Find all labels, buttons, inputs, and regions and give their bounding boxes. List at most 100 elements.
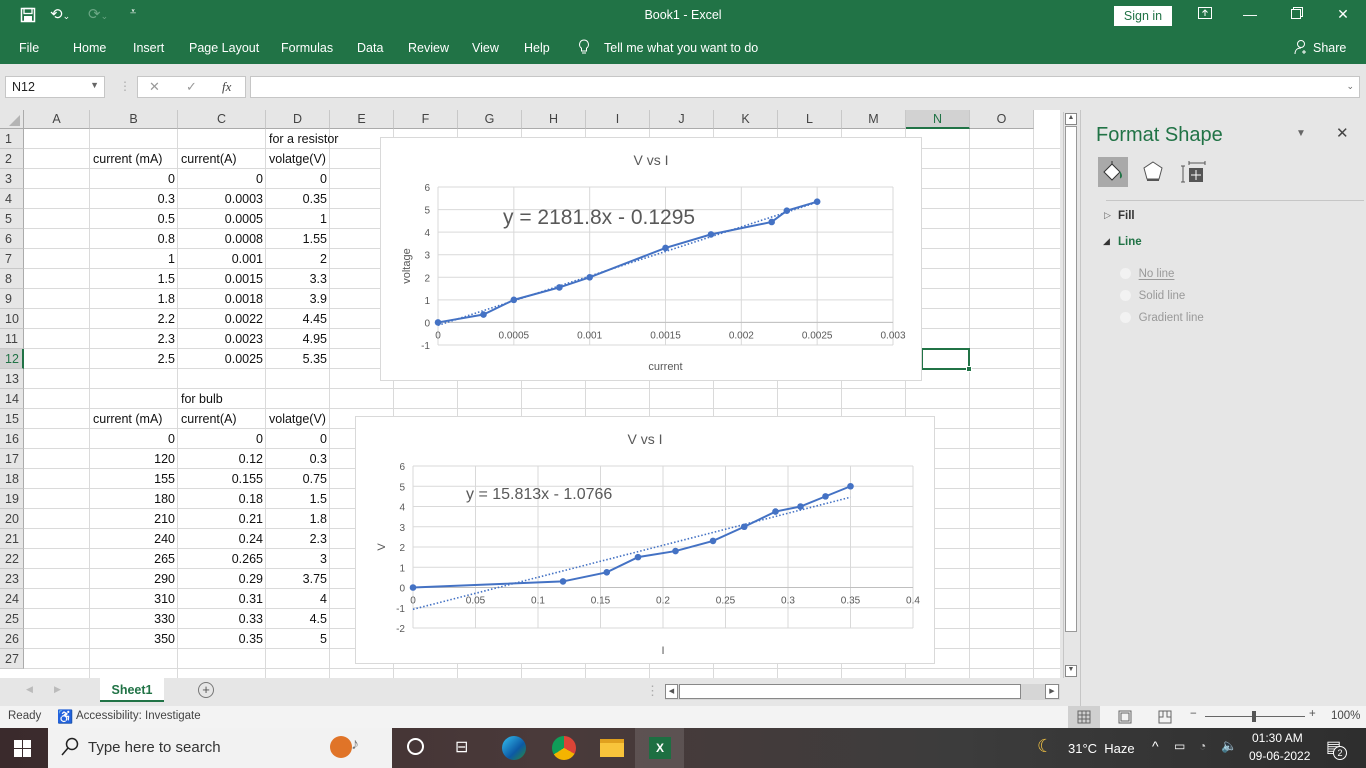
row-header-14[interactable]: 14 — [0, 389, 24, 409]
cancel-icon[interactable]: ✕ — [149, 79, 160, 95]
selected-cell-n12[interactable] — [921, 348, 972, 372]
tab-page-layout[interactable]: Page Layout — [189, 41, 259, 55]
data-cell[interactable]: 0 — [266, 429, 330, 449]
fill-handle[interactable] — [966, 366, 972, 372]
no-line-option[interactable]: No line — [1120, 265, 1174, 280]
column-header-d[interactable]: D — [266, 110, 330, 129]
tab-formulas[interactable]: Formulas — [281, 41, 333, 55]
normal-view-icon[interactable] — [1068, 706, 1100, 728]
restore-icon[interactable] — [1285, 6, 1309, 22]
column-header-k[interactable]: K — [714, 110, 778, 129]
data-cell[interactable]: 0.3 — [266, 449, 330, 469]
data-cell[interactable]: 0.155 — [178, 469, 266, 489]
excel-taskbar-button[interactable]: X — [635, 728, 684, 768]
data-cell[interactable]: 0.33 — [178, 609, 266, 629]
data-cell[interactable]: 0.29 — [178, 569, 266, 589]
data-cell[interactable]: 0.0025 — [178, 349, 266, 369]
data-cell[interactable]: 0.001 — [178, 249, 266, 269]
ribbon-display-icon[interactable] — [1193, 6, 1217, 22]
clock-time[interactable]: 01:30 AM — [1252, 731, 1303, 745]
data-cell[interactable]: 2.3 — [90, 329, 178, 349]
page-layout-view-icon[interactable] — [1111, 706, 1139, 728]
data-cell[interactable]: 155 — [90, 469, 178, 489]
row-header-5[interactable]: 5 — [0, 209, 24, 229]
close-icon[interactable]: ✕ — [1331, 6, 1355, 23]
name-box[interactable]: N12 ▼ — [5, 76, 105, 98]
data-cell[interactable]: 0.3 — [90, 189, 178, 209]
show-hidden-icons[interactable]: ^ — [1152, 738, 1159, 754]
data-cell[interactable]: 350 — [90, 629, 178, 649]
column-label-cell[interactable]: current (mA) — [90, 149, 165, 169]
data-cell[interactable]: 1 — [90, 249, 178, 269]
next-sheet-icon[interactable]: ▶ — [54, 684, 61, 695]
scroll-down-icon[interactable]: ▼ — [1065, 665, 1077, 677]
data-cell[interactable]: 4.45 — [266, 309, 330, 329]
share-button[interactable]: Share — [1313, 41, 1346, 55]
data-cell[interactable]: 3 — [266, 549, 330, 569]
column-header-n[interactable]: N — [906, 110, 970, 129]
data-cell[interactable]: 2 — [266, 249, 330, 269]
row-header-4[interactable]: 4 — [0, 189, 24, 209]
data-cell[interactable]: 3.9 — [266, 289, 330, 309]
row-header-13[interactable]: 13 — [0, 369, 24, 389]
column-header-b[interactable]: B — [90, 110, 178, 129]
data-cell[interactable]: 0.0023 — [178, 329, 266, 349]
data-cell[interactable]: 0.8 — [90, 229, 178, 249]
data-cell[interactable]: 0.5 — [90, 209, 178, 229]
data-cell[interactable]: 0.0008 — [178, 229, 266, 249]
data-cell[interactable]: 0.0005 — [178, 209, 266, 229]
data-cell[interactable]: 330 — [90, 609, 178, 629]
row-header-3[interactable]: 3 — [0, 169, 24, 189]
line-section[interactable]: Line — [1118, 236, 1142, 248]
data-cell[interactable]: 0.31 — [178, 589, 266, 609]
data-cell[interactable]: 1.5 — [266, 489, 330, 509]
expand-formula-icon[interactable]: ⌄ — [1346, 81, 1354, 92]
data-cell[interactable]: 0.35 — [266, 189, 330, 209]
page-break-view-icon[interactable] — [1151, 706, 1179, 728]
resistor-title-cell[interactable]: for a resistor — [266, 129, 341, 149]
data-cell[interactable]: 240 — [90, 529, 178, 549]
column-label-cell[interactable]: volatge(V) — [266, 409, 329, 429]
data-cell[interactable]: 0 — [266, 169, 330, 189]
column-label-cell[interactable]: volatge(V) — [266, 149, 329, 169]
row-header-20[interactable]: 20 — [0, 509, 24, 529]
column-header-j[interactable]: J — [650, 110, 714, 129]
data-cell[interactable]: 0.18 — [178, 489, 266, 509]
row-header-27[interactable]: 27 — [0, 649, 24, 669]
data-cell[interactable]: 210 — [90, 509, 178, 529]
tab-splitter[interactable]: ⋮ — [646, 683, 659, 699]
tab-file[interactable]: File — [19, 41, 39, 55]
chevron-down-icon[interactable]: ▼ — [90, 80, 99, 90]
data-cell[interactable]: 4.5 — [266, 609, 330, 629]
tab-insert[interactable]: Insert — [133, 41, 164, 55]
column-header-i[interactable]: I — [586, 110, 650, 129]
zoom-slider-thumb[interactable] — [1252, 711, 1256, 722]
row-header-9[interactable]: 9 — [0, 289, 24, 309]
chrome-icon[interactable] — [552, 736, 576, 760]
column-header-g[interactable]: G — [458, 110, 522, 129]
column-label-cell[interactable]: current(A) — [178, 149, 240, 169]
zoom-in-button[interactable]: + — [1309, 708, 1316, 720]
data-cell[interactable]: 290 — [90, 569, 178, 589]
row-header-8[interactable]: 8 — [0, 269, 24, 289]
vertical-scroll-thumb[interactable] — [1065, 126, 1077, 632]
data-cell[interactable]: 2.2 — [90, 309, 178, 329]
resistor-chart[interactable]: -1 0 1 2 3 4 5 6 0 0.0005 0.001 0.0015 0.002 0.0025 0.… — [380, 137, 922, 381]
horizontal-scrollbar[interactable]: ◀ ▶ — [665, 684, 1060, 700]
data-cell[interactable]: 0 — [90, 429, 178, 449]
data-cell[interactable]: 0.24 — [178, 529, 266, 549]
scroll-up-icon[interactable]: ▲ — [1065, 113, 1077, 125]
effects-icon[interactable] — [1139, 158, 1167, 186]
data-cell[interactable]: 1.8 — [90, 289, 178, 309]
row-header-19[interactable]: 19 — [0, 489, 24, 509]
fill-line-icon[interactable] — [1098, 157, 1128, 187]
horizontal-scroll-thumb[interactable] — [679, 684, 1021, 699]
column-header-o[interactable]: O — [970, 110, 1034, 129]
solid-line-option[interactable]: Solid line — [1120, 287, 1185, 302]
pane-options-icon[interactable]: ▼ — [1296, 128, 1306, 139]
row-header-15[interactable]: 15 — [0, 409, 24, 429]
column-label-cell[interactable]: current(A) — [178, 409, 240, 429]
row-header-23[interactable]: 23 — [0, 569, 24, 589]
data-cell[interactable]: 0 — [178, 169, 266, 189]
sheet-tab-sheet1[interactable]: Sheet1 — [100, 678, 164, 702]
